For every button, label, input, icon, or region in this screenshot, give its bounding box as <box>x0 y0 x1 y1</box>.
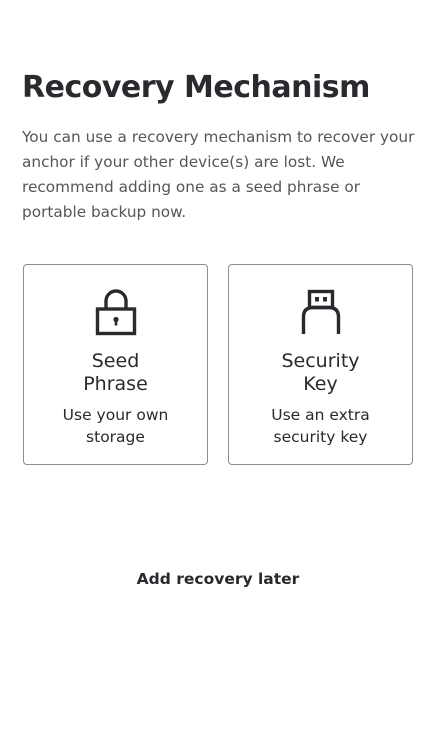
security-key-subtitle: Use an extra security key <box>271 406 370 446</box>
seed-phrase-subtitle: Use your own storage <box>62 406 169 446</box>
page-title: Recovery Mechanism <box>22 70 370 105</box>
security-key-title: Security Key <box>281 350 360 395</box>
page-description: You can use a recovery mechanism to reco… <box>22 128 415 221</box>
seed-phrase-title: Seed Phrase <box>83 350 148 395</box>
lock-icon <box>95 289 136 336</box>
security-key-option[interactable]: Security Key Use an extra security key <box>228 264 413 465</box>
seed-phrase-option[interactable]: Seed Phrase Use your own storage <box>23 264 208 465</box>
usb-key-icon <box>301 289 340 334</box>
add-recovery-later-button[interactable]: Add recovery later <box>0 566 436 592</box>
